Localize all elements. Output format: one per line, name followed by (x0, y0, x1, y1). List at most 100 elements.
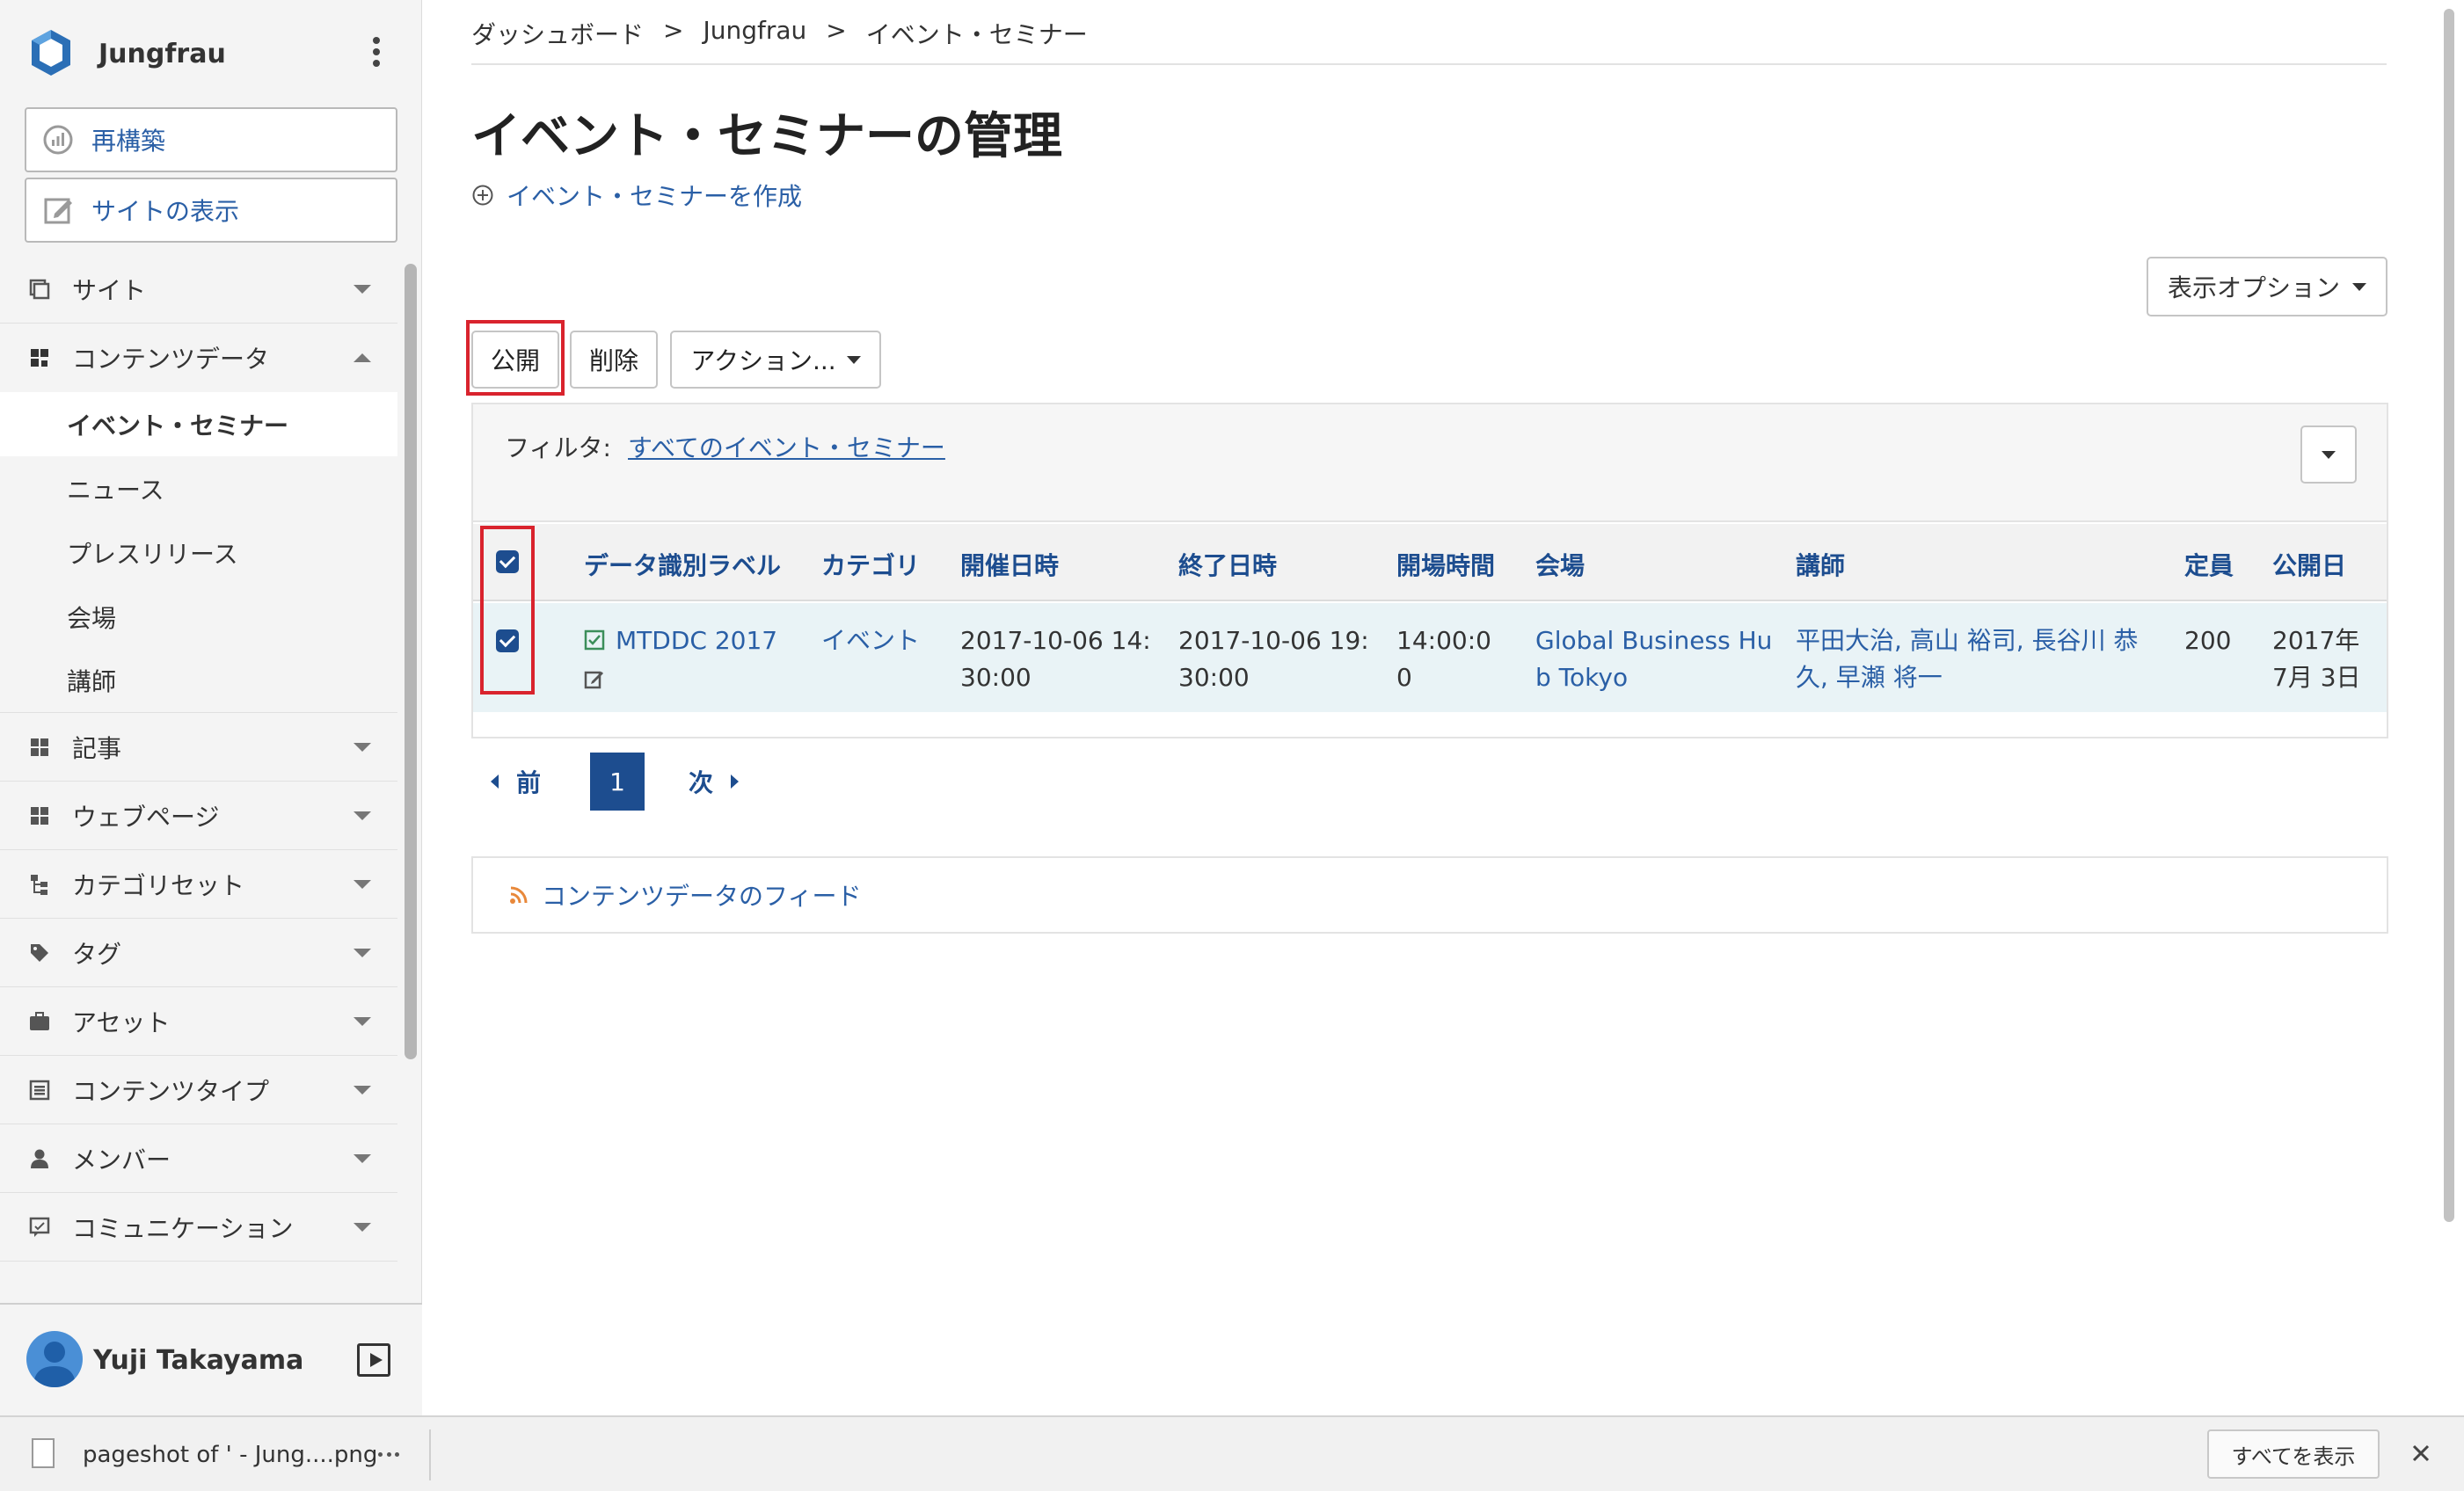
divider (429, 1429, 431, 1480)
nav-item-communication[interactable]: コミュニケーション (0, 1193, 397, 1262)
sidebar-scrollbar[interactable] (405, 264, 417, 1059)
row-capacity: 200 (2184, 626, 2232, 655)
column-header-label[interactable]: データ識別ラベル (584, 547, 781, 582)
listing-table: フィルタ: すべてのイベント・セミナー データ識別ラベル カテゴリ 開催日時 終… (471, 403, 2388, 738)
chevron-left-icon (491, 775, 499, 789)
filter-toggle-button[interactable] (2300, 425, 2357, 484)
nav-item-category-sets[interactable]: カテゴリセット (0, 850, 397, 919)
plus-circle-icon (472, 185, 493, 206)
publish-button[interactable]: 公開 (471, 331, 559, 389)
png-file-icon[interactable] (32, 1438, 55, 1468)
sub-item-events[interactable]: イベント・セミナー (0, 392, 397, 456)
sub-item-news[interactable]: ニュース (0, 456, 397, 520)
row-speakers-link[interactable]: 平田大治, 高山 裕司, 長谷川 恭久, 早瀬 将一 (1796, 622, 2138, 696)
chevron-down-icon (354, 811, 371, 820)
view-site-button[interactable]: サイトの表示 (25, 178, 397, 243)
row-venue-link[interactable]: Global Business Hu b Tokyo (1535, 622, 1772, 696)
download-bar: pageshot of ' - Jung....png すべてを表示 (0, 1415, 2464, 1491)
create-event-label: イベント・セミナーを作成 (507, 182, 803, 211)
nav-item-tags[interactable]: タグ (0, 919, 397, 987)
pagination: 前 1 次 (471, 753, 740, 811)
user-name[interactable]: Yuji Takayama (93, 1345, 303, 1376)
sub-item-speaker[interactable]: 講師 (0, 649, 397, 713)
column-header-open[interactable]: 開場時間 (1396, 547, 1495, 582)
caret-down-icon (2322, 450, 2336, 459)
prev-page-link[interactable]: 前 (491, 764, 541, 799)
feed-link[interactable]: コンテンツデータのフィード (542, 877, 861, 913)
main-scrollbar[interactable] (2441, 0, 2459, 1231)
chevron-right-icon (731, 775, 740, 789)
nav-item-content-types[interactable]: コンテンツタイプ (0, 1056, 397, 1124)
row-category[interactable]: イベント (821, 622, 920, 659)
breadcrumb-dashboard[interactable]: ダッシュボード (471, 16, 644, 51)
row-published-date: 2017年 7月 3日 (2272, 626, 2361, 692)
create-event-link[interactable]: イベント・セミナーを作成 (471, 178, 802, 213)
nav-item-content-data[interactable]: コンテンツデータ (0, 324, 397, 392)
edit-icon[interactable] (584, 668, 605, 689)
user-icon (31, 1149, 48, 1168)
play-icon[interactable] (357, 1343, 390, 1377)
avatar-person-icon (33, 1342, 76, 1387)
chevron-down-icon (354, 1086, 371, 1095)
chevron-down-icon (354, 1017, 371, 1026)
caret-down-icon (2352, 282, 2366, 291)
nav-item-site[interactable]: サイト (0, 255, 397, 324)
site-name[interactable]: Jungfrau (98, 39, 226, 69)
select-all-checkbox[interactable] (496, 550, 519, 573)
nav-item-webpages[interactable]: ウェブページ (0, 782, 397, 850)
site-logo-icon[interactable] (25, 26, 77, 79)
chevron-down-icon (354, 1154, 371, 1163)
avatar[interactable] (26, 1331, 83, 1387)
breadcrumb-separator: > (826, 16, 847, 45)
user-block: Yuji Takayama (0, 1303, 422, 1415)
row-start: 2017-10-06 14: 30:00 (960, 626, 1151, 692)
sub-item-venue[interactable]: 会場 (0, 585, 397, 649)
page-title: イベント・セミナーの管理 (471, 108, 1062, 165)
show-all-downloads-button[interactable]: すべてを表示 (2207, 1429, 2380, 1479)
download-filename[interactable]: pageshot of ' - Jung....png (83, 1442, 377, 1468)
delete-button[interactable]: 削除 (570, 331, 658, 389)
filter-bar: フィルタ: すべてのイベント・セミナー (473, 404, 2387, 522)
filter-value-link[interactable]: すべてのイベント・セミナー (628, 429, 945, 464)
breadcrumb: ダッシュボード > Jungfrau > イベント・セミナー (471, 16, 1088, 51)
column-header-speakers[interactable]: 講師 (1796, 547, 1845, 582)
nav-item-assets[interactable]: アセット (0, 987, 397, 1056)
nav-item-entries[interactable]: 記事 (0, 713, 397, 782)
column-header-start[interactable]: 開催日時 (960, 547, 1059, 582)
column-header-venue[interactable]: 会場 (1535, 547, 1585, 582)
content-type-icon (29, 1080, 50, 1100)
edit-square-icon (44, 198, 72, 224)
page-number-current[interactable]: 1 (590, 753, 645, 811)
chevron-down-icon (354, 949, 371, 957)
row-checkbox[interactable] (496, 629, 519, 652)
close-icon[interactable] (2408, 1440, 2434, 1466)
more-actions-button[interactable]: アクション... (670, 331, 881, 389)
column-header-published[interactable]: 公開日 (2272, 547, 2346, 582)
category-tree-icon (31, 874, 47, 895)
column-header-end[interactable]: 終了日時 (1178, 547, 1277, 582)
sub-item-press-release[interactable]: プレスリリース (0, 520, 397, 585)
column-header-capacity[interactable]: 定員 (2184, 547, 2234, 582)
column-header-category[interactable]: カテゴリ (821, 547, 920, 582)
briefcase-icon (30, 1011, 49, 1030)
breadcrumb-site[interactable]: Jungfrau (703, 16, 806, 51)
nav-item-members[interactable]: メンバー (0, 1124, 397, 1193)
chevron-down-icon (354, 1223, 371, 1232)
row-label-link[interactable]: MTDDC 2017 (616, 622, 777, 659)
content-data-icon (31, 349, 48, 367)
feed-box: コンテンツデータのフィード (471, 856, 2388, 934)
chevron-down-icon (354, 743, 371, 752)
published-check-icon (584, 629, 605, 651)
display-options-button[interactable]: 表示オプション (2147, 257, 2387, 316)
chevron-up-icon (354, 353, 371, 362)
caret-down-icon (846, 355, 861, 364)
main-content: ダッシュボード > Jungfrau > イベント・セミナー イベント・セミナー… (422, 0, 2445, 1415)
chevron-down-icon (354, 880, 371, 889)
more-horizontal-icon[interactable] (378, 1452, 399, 1459)
breadcrumb-current: イベント・セミナー (865, 20, 1088, 49)
rebuild-button[interactable]: 再構築 (25, 107, 397, 172)
rebuild-label: 再構築 (91, 127, 166, 156)
kebab-menu-icon[interactable] (369, 35, 383, 70)
entries-icon (31, 738, 48, 756)
next-page-link[interactable]: 次 (689, 764, 740, 799)
